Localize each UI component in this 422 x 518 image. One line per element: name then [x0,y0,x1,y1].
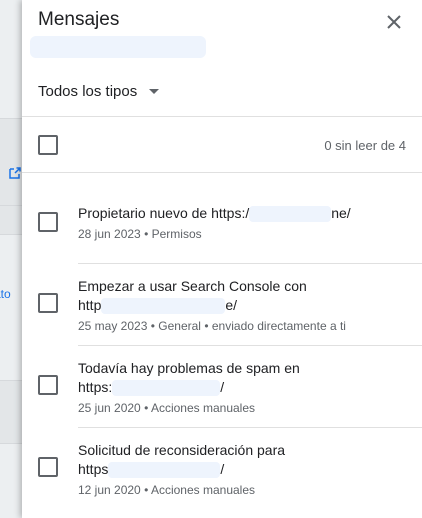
background-band [0,118,22,208]
divider [22,172,422,173]
message-item[interactable]: Todavía hay problemas de spam en https: /… [22,346,422,428]
meta-separator: • [150,319,155,333]
background-link-text[interactable]: ato [0,287,11,301]
message-date: 25 may 2023 [78,319,148,333]
background-band [0,205,22,235]
open-in-new-icon[interactable] [9,166,21,182]
messages-panel: Mensajes Todos los tipos 0 sin leer de 4… [22,0,422,518]
message-url-start: https [78,461,109,477]
redacted-property [30,36,206,58]
message-title-line2: http e/ [78,296,238,315]
message-checkbox[interactable] [38,212,58,232]
message-meta: 12 jun 2020 • Acciones manuales [78,483,368,497]
message-title-start: Propietario nuevo de https:/ [78,205,250,221]
message-title-end: ne/ [331,205,351,221]
message-url-start: https: [78,379,113,395]
redacted-url [112,380,221,397]
message-meta: 25 may 2023 • General • enviado directam… [78,319,368,333]
message-checkbox[interactable] [38,375,58,395]
close-icon [387,15,401,29]
caret-down-icon [149,88,160,94]
redacted-url [249,206,332,223]
message-title: Empezar a usar Search Console con [78,278,307,294]
message-date: 28 jun 2023 [78,227,141,241]
message-title: Solicitud de reconsideración para [78,442,286,458]
message-extra: enviado directamente a ti [211,319,346,333]
meta-separator: • [144,401,149,415]
message-category: Acciones manuales [150,483,256,497]
message-title-line2: https: / [78,378,225,397]
message-meta: 25 jun 2020 • Acciones manuales [78,401,368,415]
background-band [0,380,22,444]
message-url-end: / [220,461,225,477]
message-date: 25 jun 2020 [78,401,141,415]
message-date: 12 jun 2020 [78,483,141,497]
close-button[interactable] [380,8,408,36]
filter-label: Todos los tipos [38,82,138,100]
message-url-end: / [220,379,225,395]
message-meta: 28 jun 2023 • Permisos [78,227,368,241]
message-type-filter[interactable]: Todos los tipos [38,78,160,104]
select-all-checkbox[interactable] [38,135,58,155]
background-page: ato [0,0,22,518]
meta-separator: • [144,483,149,497]
panel-header: Mensajes [22,0,422,60]
message-title: Todavía hay problemas de spam en [78,360,300,376]
message-title-line2: https / [78,460,225,479]
meta-separator: • [144,227,149,241]
message-item[interactable]: Propietario nuevo de https:/ ne/ 28 jun 2… [22,182,422,262]
redacted-url [108,462,221,479]
message-category: Acciones manuales [150,401,256,415]
message-category: Permisos [151,227,202,241]
message-checkbox[interactable] [38,457,58,477]
message-item[interactable]: Empezar a usar Search Console con http e/… [22,264,422,346]
panel-title: Mensajes [38,9,120,30]
message-item[interactable]: Solicitud de reconsideración para https /… [22,428,422,510]
message-url-start: http [78,297,102,313]
message-url-end: e/ [225,297,238,313]
message-checkbox[interactable] [38,293,58,313]
message-title: Propietario nuevo de https:/ ne/ [78,204,351,223]
meta-separator: • [204,319,209,333]
redacted-url [101,298,226,315]
divider [22,116,422,117]
unread-count: 0 sin leer de 4 [324,138,406,153]
message-category: General [158,319,201,333]
